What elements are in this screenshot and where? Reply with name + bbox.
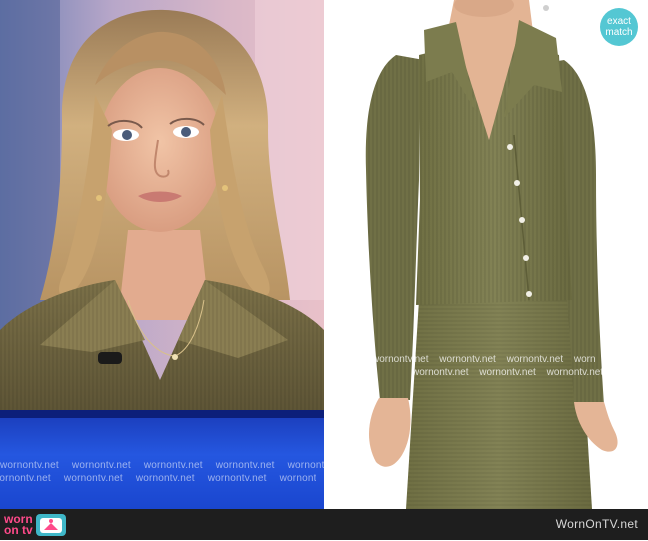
cardigan-product-illustration xyxy=(324,0,648,509)
site-footer: worn on tv WornOnTV.net xyxy=(0,509,648,540)
watermark-text: wornontv.net xyxy=(63,473,123,484)
watermark-text: wornontv.net xyxy=(613,367,648,378)
watermark-text: wornontv.net xyxy=(215,460,275,471)
watermark-text: wornontv.net xyxy=(372,354,429,365)
tv-hanger-icon xyxy=(39,518,62,533)
watermark-text: wornontv.net xyxy=(0,460,59,471)
watermark-text: wornontv.net xyxy=(279,473,316,484)
watermark-text: wornontv.net xyxy=(439,354,496,365)
tv-icon xyxy=(35,514,66,536)
wornontv-logo[interactable]: worn on tv xyxy=(4,512,66,538)
chyron-top-band xyxy=(0,410,324,418)
exact-match-badge: exact match xyxy=(600,8,638,46)
logo-wordmark: worn on tv xyxy=(4,513,33,537)
site-name: WornOnTV.net xyxy=(555,517,638,531)
watermark-row: wornontv.net wornontv.net wornontv.net w… xyxy=(0,460,324,471)
product-image xyxy=(324,0,648,509)
watermark-text: wornontv.net xyxy=(0,473,51,484)
watermark-row: wornontv.net wornontv.net wornontv.net w… xyxy=(412,367,648,378)
watermark-row: wornontv.net wornontv.net wornontv.net w… xyxy=(0,473,316,484)
watermark-text: wornontv.net xyxy=(412,367,469,378)
logo-word-ontv: on tv xyxy=(4,523,33,537)
watermark-text: wornontv.net xyxy=(479,367,536,378)
watermark-text: wornontv.net xyxy=(143,460,203,471)
watermark-text: wornontv.net xyxy=(207,473,267,484)
watermark-row: wornontv.net wornontv.net wornontv.net w… xyxy=(372,354,648,365)
tv-still-illustration xyxy=(0,0,324,410)
tv-still-image xyxy=(0,0,324,410)
watermark-text: wornontv.net xyxy=(135,473,195,484)
watermark-text: wornontv.net xyxy=(506,354,564,365)
tv-chyron-bar: wornontv.net wornontv.net wornontv.net w… xyxy=(0,410,324,509)
watermark-text: worn xyxy=(573,354,596,365)
badge-line-1: exact xyxy=(607,16,631,27)
tv-still-panel: wornontv.net wornontv.net wornontv.net w… xyxy=(0,0,324,509)
watermark-text: wornontv.net xyxy=(287,460,324,471)
watermark-text: wornontv.net xyxy=(71,460,131,471)
watermark-text: wornontv.net xyxy=(546,367,604,378)
badge-line-2: match xyxy=(605,27,633,38)
product-panel: exact match wornontv.net wornontv.net wo… xyxy=(324,0,648,509)
